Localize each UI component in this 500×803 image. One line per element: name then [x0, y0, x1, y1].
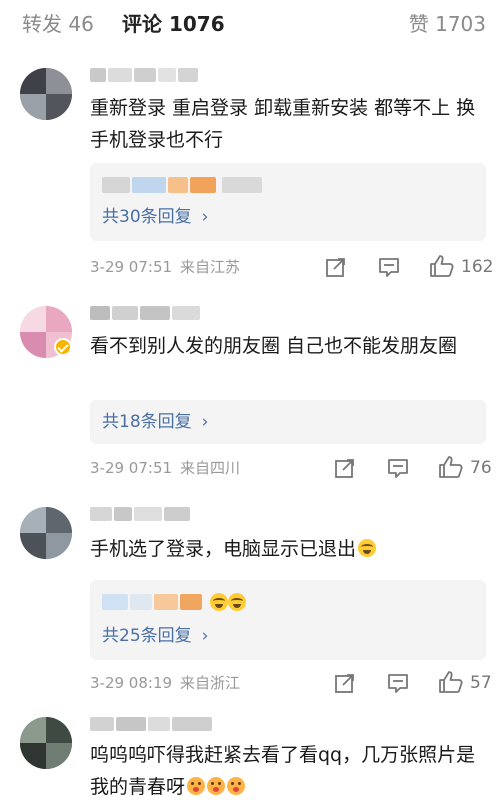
comment-time: 3-29 07:51	[90, 258, 173, 276]
comment-location: 来自浙江	[180, 674, 241, 692]
comment-text: 手机选了登录，电脑显示已退出	[90, 533, 486, 565]
comment-time: 3-29 08:19	[90, 674, 173, 692]
thumbs-up-icon[interactable]	[429, 254, 455, 278]
replies-box[interactable]: 共18条回复 ›	[90, 400, 486, 444]
verified-badge-icon	[54, 338, 72, 356]
chevron-right-icon: ›	[201, 412, 209, 432]
tab-reposts[interactable]: 转发 46	[22, 10, 94, 38]
comment-text-content: 呜呜呜吓得我赶紧去看了看qq，几万张照片是我的青春呀	[90, 744, 476, 798]
comment-location: 来自四川	[180, 459, 241, 477]
comment-item: 看不到别人发的朋友圈 自己也不能发朋友圈 共18条回复 › 3-29 07:51 来…	[0, 302, 500, 486]
chevron-right-icon: ›	[201, 626, 209, 646]
view-replies-link[interactable]: 共18条回复 ›	[102, 410, 208, 434]
comment-item: 手机选了登录，电脑显示已退出 共25条回复 › 3-29 08:19 来自浙江 57	[0, 503, 500, 693]
comment-tabs: 转发 46 评论 1076 赞 1703	[0, 0, 500, 50]
like-count: 57	[470, 673, 492, 693]
comment-icon[interactable]	[387, 457, 409, 479]
face-emoji-icon	[187, 777, 206, 795]
comment-item: 重新登录 重启登录 卸载重新安装 都等不上 换手机登录也不行 共30条回复 › 3…	[0, 64, 500, 286]
share-icon[interactable]	[334, 457, 356, 479]
tab-likes[interactable]: 赞 1703	[409, 10, 486, 38]
replies-box[interactable]: 共30条回复 ›	[90, 163, 486, 241]
laugh-cry-emoji-icon	[358, 539, 377, 557]
replies-box[interactable]: 共25条回复 ›	[90, 580, 486, 660]
replies-count-label: 共25条回复	[102, 626, 192, 646]
comment-text: 重新登录 重启登录 卸载重新安装 都等不上 换手机登录也不行	[90, 97, 476, 151]
comment-item: 呜呜呜吓得我赶紧去看了看qq，几万张照片是我的青春呀	[0, 711, 500, 803]
comment-time: 3-29 07:51	[90, 459, 173, 477]
laugh-cry-emoji-icon	[228, 593, 246, 611]
replies-count-label: 共30条回复	[102, 207, 192, 227]
comment-meta: 3-29 07:51 来自江苏	[90, 257, 240, 277]
view-replies-link[interactable]: 共25条回复 ›	[102, 624, 208, 648]
comment-icon[interactable]	[387, 672, 409, 694]
thumbs-up-icon[interactable]	[438, 455, 464, 479]
laugh-cry-emoji-icon	[210, 593, 228, 611]
avatar[interactable]	[20, 717, 72, 769]
like-count: 162	[461, 257, 494, 277]
comment-text-content: 手机选了登录，电脑显示已退出	[90, 538, 357, 560]
comment-location: 来自江苏	[180, 258, 241, 276]
replies-count-label: 共18条回复	[102, 412, 192, 432]
avatar[interactable]	[20, 68, 72, 120]
tab-comments[interactable]: 评论 1076	[122, 10, 225, 38]
view-replies-link[interactable]: 共30条回复 ›	[102, 205, 208, 229]
thumbs-up-icon[interactable]	[438, 670, 464, 694]
comment-text: 看不到别人发的朋友圈 自己也不能发朋友圈	[90, 335, 458, 357]
comment-meta: 3-29 07:51 来自四川	[90, 458, 240, 478]
comment-text: 呜呜呜吓得我赶紧去看了看qq，几万张照片是我的青春呀	[90, 739, 486, 803]
share-icon[interactable]	[334, 672, 356, 694]
face-emoji-icon	[207, 777, 226, 795]
comment-icon[interactable]	[378, 256, 400, 278]
face-emoji-icon	[227, 777, 246, 795]
comment-meta: 3-29 08:19 来自浙江	[90, 673, 240, 693]
share-icon[interactable]	[325, 256, 347, 278]
chevron-right-icon: ›	[201, 207, 209, 227]
like-count: 76	[470, 458, 492, 478]
avatar[interactable]	[20, 507, 72, 559]
